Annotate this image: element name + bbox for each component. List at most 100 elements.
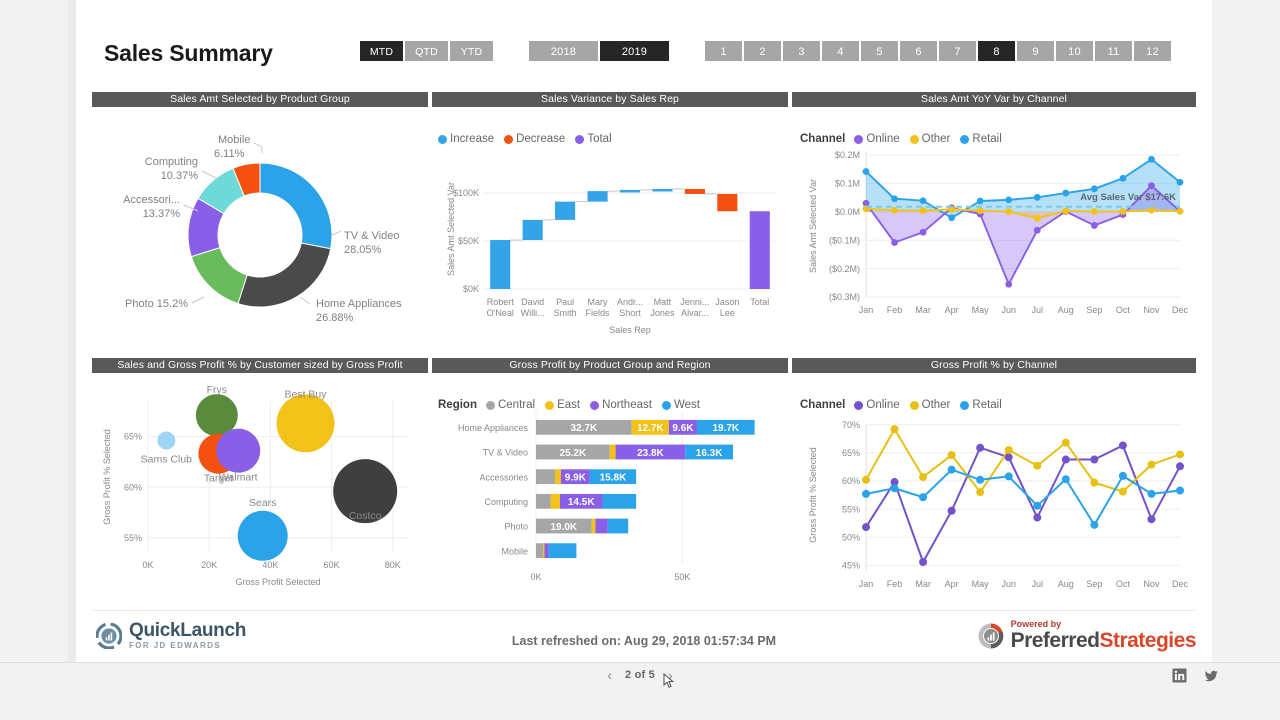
gp-point-retail-sep[interactable] <box>1090 520 1099 529</box>
gp-point-online-aug[interactable] <box>1061 455 1070 464</box>
gp-point-online-apr[interactable] <box>947 506 956 515</box>
region-legend-item-northeast[interactable]: Northeast <box>590 399 652 411</box>
yoy-legend-item-retail[interactable]: Retail <box>960 133 1002 145</box>
gp-point-retail-may[interactable] <box>976 475 985 484</box>
gp-point-other-mar[interactable] <box>919 472 928 481</box>
gp-point-other-jul[interactable] <box>1033 461 1042 470</box>
stacked-segment-east[interactable] <box>555 469 561 485</box>
yoy-legend-item-online[interactable]: Online <box>854 133 900 145</box>
month-button-3[interactable]: 3 <box>782 40 821 62</box>
region-legend[interactable]: Region Central East Northeast West <box>438 399 706 411</box>
waterfall-bar-andrew-short[interactable] <box>619 189 641 193</box>
twitter-icon[interactable] <box>1203 668 1218 683</box>
scatter-bubble-best-buy[interactable] <box>276 394 335 453</box>
waterfall-bar-jason-lee[interactable] <box>717 193 738 212</box>
waterfall-legend-item-increase[interactable]: Increase <box>438 133 494 145</box>
waterfall-bar-david-williams[interactable] <box>522 219 543 241</box>
next-page-button[interactable]: › <box>668 668 673 682</box>
gp-point-other-aug[interactable] <box>1061 438 1070 447</box>
yoy-point-other-oct[interactable] <box>1119 208 1127 215</box>
stacked-segment-central[interactable] <box>536 469 556 485</box>
period-button-qtd[interactable]: QTD <box>404 40 449 62</box>
yoy-point-retail-nov[interactable] <box>1148 155 1155 163</box>
month-button-8[interactable]: 8 <box>977 40 1016 62</box>
waterfall-bar-jennifer-alvarez[interactable] <box>684 188 705 194</box>
stacked-segment-east[interactable] <box>591 518 596 534</box>
gp-point-other-may[interactable] <box>976 488 985 497</box>
yoy-point-retail-apr[interactable] <box>948 214 956 222</box>
stacked-segment-west[interactable] <box>607 518 629 534</box>
stacked-segment-west[interactable] <box>548 543 577 559</box>
gp-point-online-jan[interactable] <box>862 523 870 532</box>
region-legend-item-west[interactable]: West <box>661 399 700 411</box>
yoy-point-retail-may[interactable] <box>976 197 984 205</box>
month-button-9[interactable]: 9 <box>1016 40 1055 62</box>
gp-point-retail-nov[interactable] <box>1147 489 1156 498</box>
yoy-point-online-jun[interactable] <box>1005 280 1013 288</box>
gp-legend-item-other[interactable]: Other <box>909 399 950 411</box>
gp-point-online-may[interactable] <box>976 443 985 452</box>
waterfall-bar-robert-o-neal[interactable] <box>490 240 511 289</box>
gp-point-online-oct[interactable] <box>1118 441 1127 450</box>
yoy-point-online-nov[interactable] <box>1148 182 1155 190</box>
yoy-point-other-dec[interactable] <box>1176 207 1184 215</box>
yoy-point-online-feb[interactable] <box>891 239 898 246</box>
gp-legend-item-online[interactable]: Online <box>854 399 900 411</box>
waterfall-bar-mary-fields[interactable] <box>587 191 608 202</box>
stacked-segment-east[interactable] <box>609 444 616 460</box>
linkedin-icon[interactable] <box>1172 668 1187 683</box>
period-button-ytd[interactable]: YTD <box>449 40 494 62</box>
stacked-segment-east[interactable] <box>543 543 545 559</box>
yoy-point-retail-jan[interactable] <box>862 168 870 175</box>
gp-point-retail-aug[interactable] <box>1061 475 1070 484</box>
month-button-6[interactable]: 6 <box>899 40 938 62</box>
gp-point-other-apr[interactable] <box>947 451 956 460</box>
gp-point-online-sep[interactable] <box>1090 455 1099 464</box>
stacked-bar-chart[interactable]: Region Central East Northeast West 0K 50K Home… <box>432 373 788 611</box>
gp-point-other-jan[interactable] <box>862 475 870 484</box>
stacked-segment-west[interactable] <box>602 493 637 509</box>
waterfall-bar-total[interactable] <box>749 211 770 289</box>
waterfall-bar-matt-jones[interactable] <box>652 188 673 192</box>
waterfall-legend-item-decrease[interactable]: Decrease <box>504 133 565 145</box>
scatter-bubble-sears[interactable] <box>237 510 288 561</box>
yoy-point-retail-aug[interactable] <box>1062 189 1070 197</box>
yoy-legend-item-other[interactable]: Other <box>909 133 950 145</box>
gp-line-retail[interactable] <box>865 468 1181 526</box>
gp-point-other-dec[interactable] <box>1176 450 1184 459</box>
yoy-point-retail-feb[interactable] <box>891 195 898 203</box>
gp-point-other-nov[interactable] <box>1147 460 1156 469</box>
scatter-bubble-walmart[interactable] <box>216 428 261 473</box>
yoy-point-other-aug[interactable] <box>1062 207 1070 215</box>
gp-point-online-jun[interactable] <box>1004 453 1013 462</box>
prev-page-button[interactable]: ‹ <box>607 668 612 682</box>
gp-line-chart[interactable]: Channel Online Other Retail 70% 65% 60% 55% 50%… <box>792 373 1196 611</box>
year-slicer[interactable]: 2018 2019 <box>528 40 670 62</box>
gp-point-retail-oct[interactable] <box>1118 471 1127 480</box>
stacked-segment-northeast[interactable] <box>595 518 608 534</box>
month-button-2[interactable]: 2 <box>743 40 782 62</box>
month-button-7[interactable]: 7 <box>938 40 977 62</box>
yoy-legend[interactable]: Channel Online Other Retail <box>800 133 1008 145</box>
gp-point-retail-mar[interactable] <box>919 493 928 502</box>
stacked-segment-northeast[interactable] <box>544 543 549 559</box>
yoy-point-other-may[interactable] <box>976 207 984 215</box>
gp-point-retail-feb[interactable] <box>890 484 899 493</box>
gp-point-other-jun[interactable] <box>1004 445 1013 454</box>
month-button-10[interactable]: 10 <box>1055 40 1094 62</box>
month-button-5[interactable]: 5 <box>860 40 899 62</box>
yoy-point-retail-oct[interactable] <box>1119 174 1127 182</box>
month-slicer[interactable]: 1 2 3 4 5 6 7 8 9 10 11 12 <box>704 40 1172 62</box>
stacked-segment-central[interactable] <box>536 543 544 559</box>
gp-point-other-feb[interactable] <box>890 425 899 434</box>
yoy-point-retail-dec[interactable] <box>1176 178 1184 186</box>
waterfall-chart[interactable]: Increase Decrease Total $0K $50K $100K Sales … <box>432 107 788 347</box>
gp-point-retail-jun[interactable] <box>1004 472 1013 481</box>
yoy-point-retail-mar[interactable] <box>919 197 927 205</box>
waterfall-legend-item-total[interactable]: Total <box>575 133 612 145</box>
month-button-12[interactable]: 12 <box>1133 40 1172 62</box>
yoy-point-other-jul[interactable] <box>1033 214 1041 222</box>
period-button-mtd[interactable]: MTD <box>359 40 404 62</box>
scatter-bubble-sams-club[interactable] <box>157 431 176 450</box>
month-button-1[interactable]: 1 <box>704 40 743 62</box>
